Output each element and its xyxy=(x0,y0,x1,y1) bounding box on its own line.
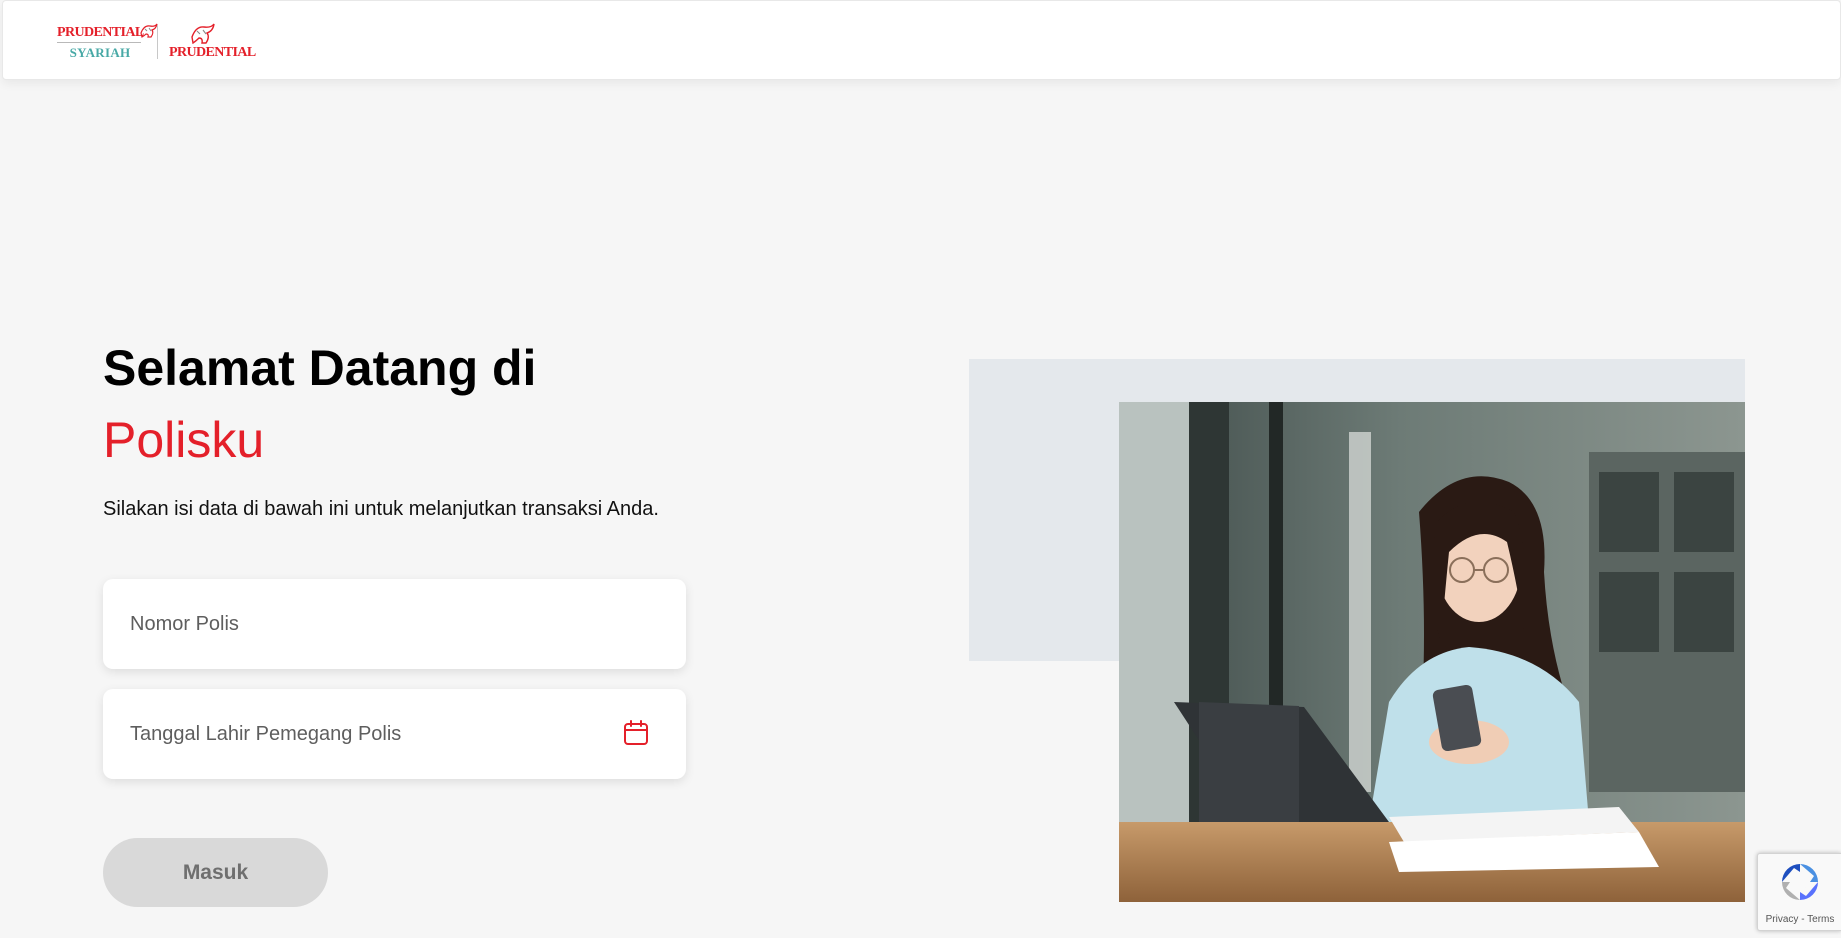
prudential-logo[interactable]: PRUDENTIAL xyxy=(167,21,256,65)
prudential-logo-brand: PRUDENTIAL xyxy=(169,45,256,60)
prudential-syariah-logo-sub: SYARIAH xyxy=(69,45,131,60)
recaptcha-badge[interactable]: Privacy - Terms xyxy=(1757,853,1841,931)
lion-icon xyxy=(191,23,215,45)
login-page: PRUDENTIAL SYARIAH PRUDENTIAL Selamat Da… xyxy=(0,0,1841,938)
calendar-icon[interactable] xyxy=(622,719,650,747)
hero-photo xyxy=(1119,402,1745,902)
birth-date-input[interactable] xyxy=(103,689,686,779)
recaptcha-icon xyxy=(1782,864,1818,900)
prudential-syariah-logo-brand: PRUDENTIAL xyxy=(57,25,144,40)
recaptcha-links: Privacy - Terms xyxy=(1758,914,1841,925)
logo-divider xyxy=(157,25,158,59)
birth-date-field xyxy=(103,689,686,779)
lion-icon xyxy=(140,23,158,38)
prudential-syariah-logo[interactable]: PRUDENTIAL SYARIAH xyxy=(55,23,158,63)
policy-number-input[interactable] xyxy=(103,579,686,669)
logo-rule xyxy=(57,42,141,43)
recaptcha-terms-link[interactable]: Terms xyxy=(1807,914,1834,925)
top-header: PRUDENTIAL SYARIAH PRUDENTIAL xyxy=(2,0,1841,80)
policy-number-field xyxy=(103,579,686,669)
woman-using-phone-illustration xyxy=(1119,402,1745,902)
recaptcha-separator: - xyxy=(1801,914,1805,925)
recaptcha-privacy-link[interactable]: Privacy xyxy=(1766,914,1799,925)
product-name: Polisku xyxy=(103,412,265,468)
welcome-title: Selamat Datang di xyxy=(103,340,537,396)
instructions-text: Silakan isi data di bawah ini untuk mela… xyxy=(103,498,659,520)
login-button[interactable]: Masuk xyxy=(103,838,328,907)
